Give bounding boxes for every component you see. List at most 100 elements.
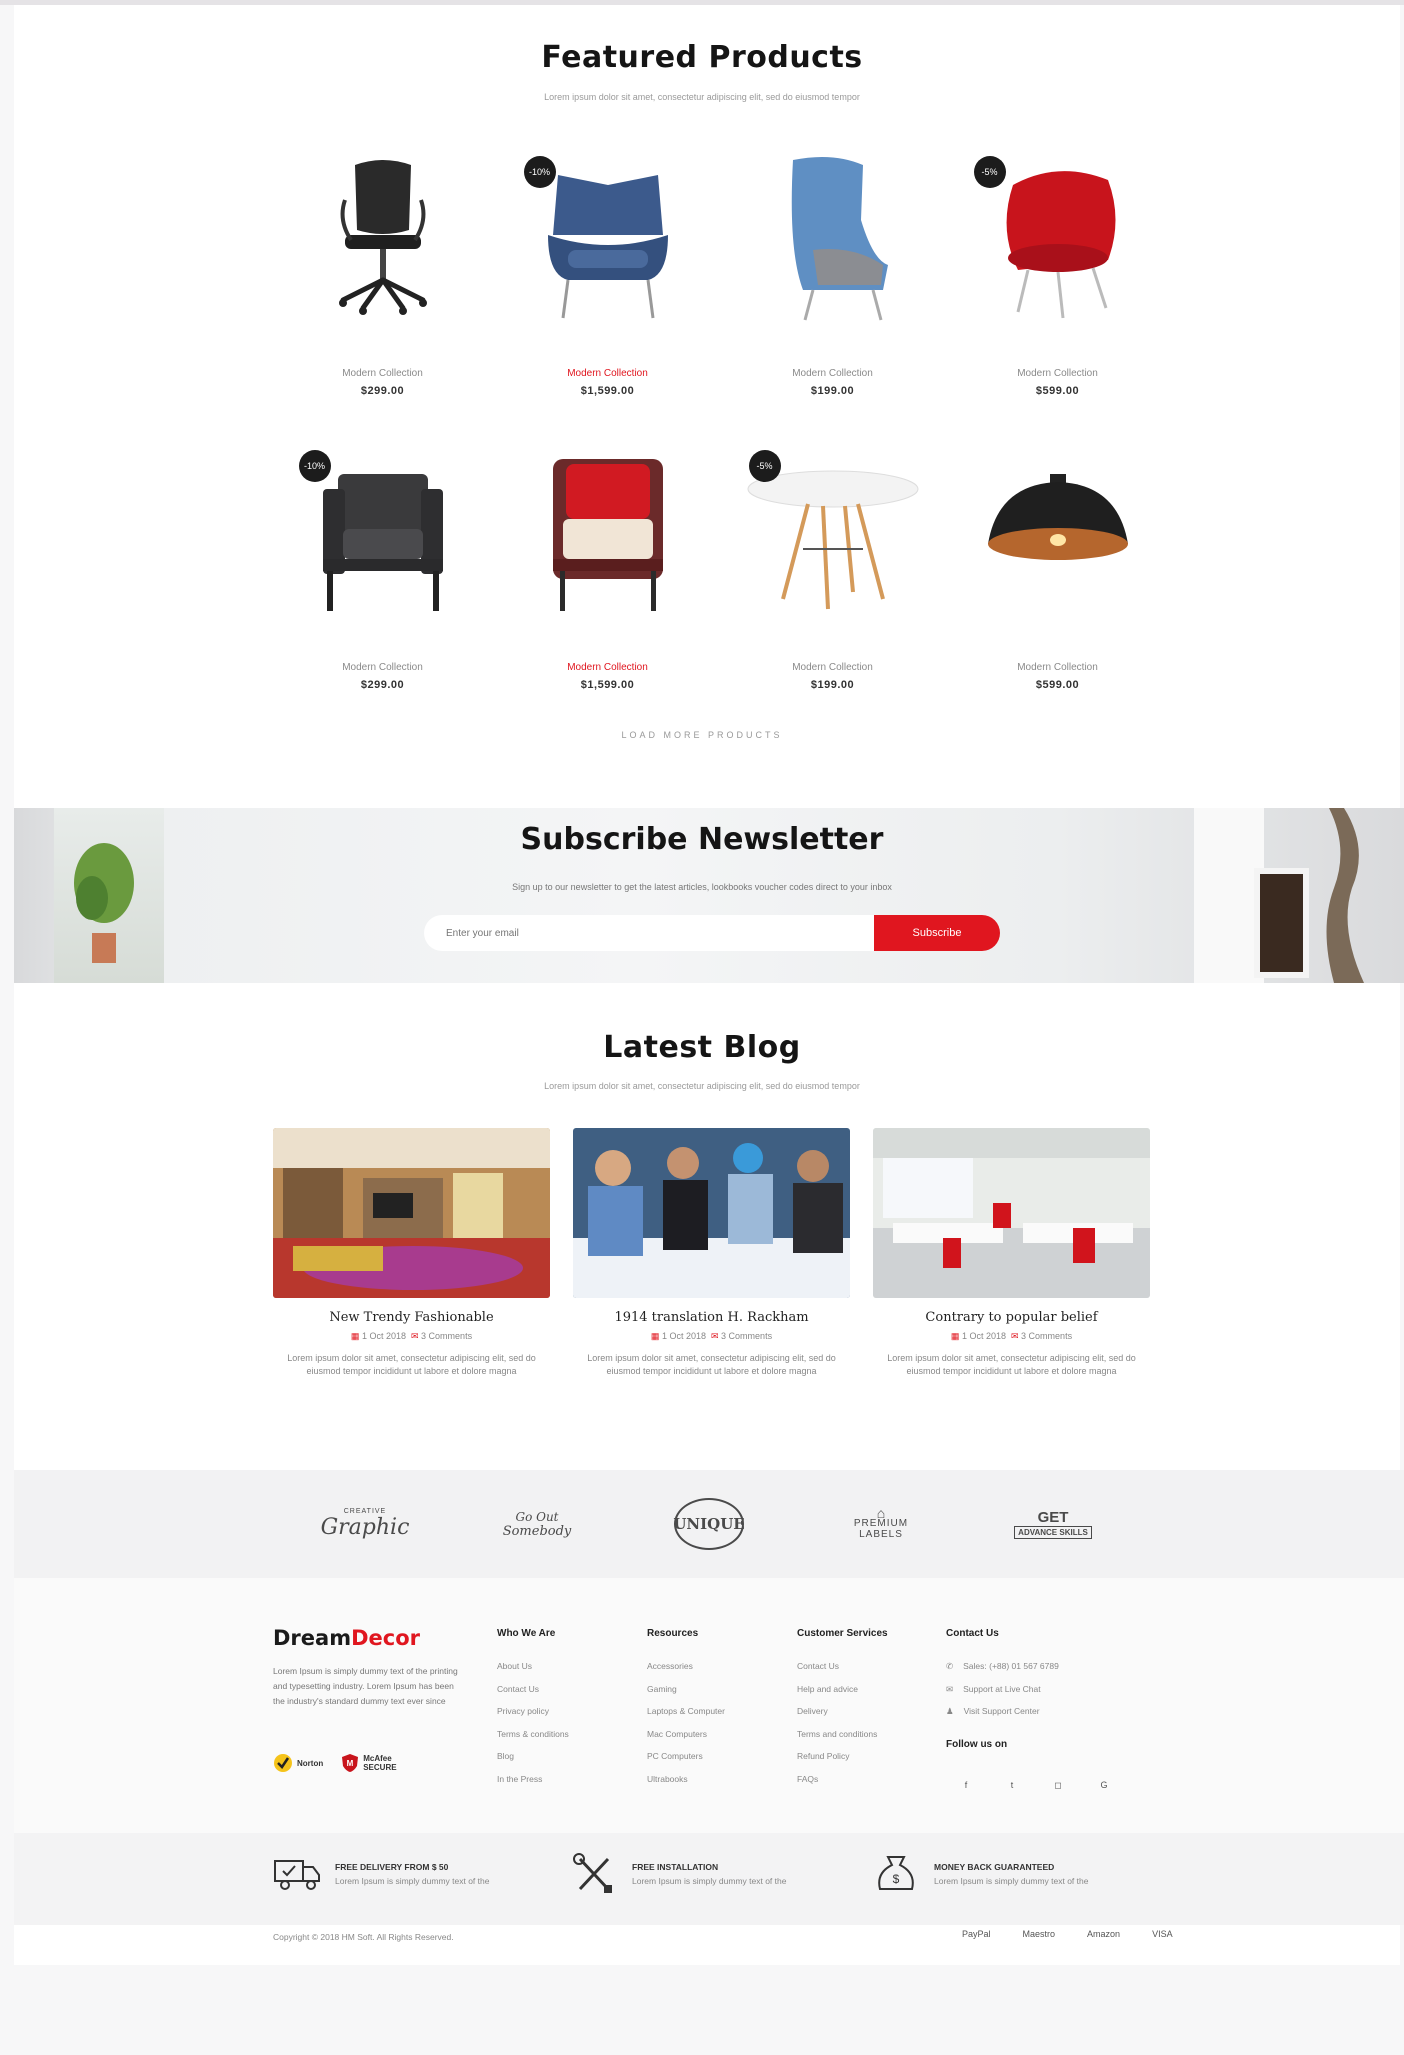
plant-icon	[74, 843, 134, 963]
discount-badge: -10%	[298, 450, 331, 482]
blog-image[interactable]	[873, 1128, 1150, 1298]
footer-link[interactable]: Help and advice	[797, 1678, 888, 1701]
follow-us-title: Follow us on	[946, 1739, 1008, 1750]
facebook-icon[interactable]: f	[956, 1780, 976, 1791]
footer-link[interactable]: Ultrabooks	[647, 1768, 725, 1791]
blog-date: 1 Oct 2018	[661, 1331, 706, 1341]
product-name[interactable]: Modern Collection	[342, 368, 423, 379]
social-links: f t ◻ G	[956, 1780, 1114, 1791]
product-image[interactable]	[283, 140, 483, 340]
calendar-icon: ▦	[950, 1331, 960, 1341]
twitter-icon[interactable]: t	[1002, 1780, 1022, 1791]
brand-logo-unique[interactable]: UNIQUE	[659, 1492, 759, 1556]
blog-post-title[interactable]: Contrary to popular belief	[873, 1310, 1150, 1325]
footer-link[interactable]: FAQs	[797, 1768, 888, 1791]
blog-post-title[interactable]: New Trendy Fashionable	[273, 1310, 550, 1325]
product-card[interactable]: -5% Modern Collection $599.00	[945, 140, 1170, 434]
product-card[interactable]: -10% Modern Collection $299.00	[270, 434, 495, 728]
footer-column-resources: Resources Accessories Gaming Laptops & C…	[647, 1628, 725, 1790]
footer-link[interactable]: Accessories	[647, 1655, 725, 1678]
footer-link[interactable]: Blog	[497, 1745, 569, 1768]
footer-link[interactable]: Laptops & Computer	[647, 1700, 725, 1723]
product-image[interactable]: -10%	[283, 434, 483, 634]
instagram-icon[interactable]: ◻	[1048, 1780, 1068, 1791]
product-name[interactable]: Modern Collection	[1017, 662, 1098, 673]
product-name[interactable]: Modern Collection	[792, 662, 873, 673]
footer-link[interactable]: About Us	[497, 1655, 569, 1678]
page-bottom	[14, 1965, 1404, 2055]
blog-post[interactable]: New Trendy Fashionable ▦ 1 Oct 2018 ✉ 3 …	[273, 1128, 550, 1378]
contact-item[interactable]: ♟ Visit Support Center	[946, 1700, 1059, 1723]
mcafee-shield-icon: M	[342, 1754, 359, 1772]
discount-badge: -10%	[523, 156, 556, 188]
blog-post-title[interactable]: 1914 translation H. Rackham	[573, 1310, 850, 1325]
product-name[interactable]: Modern Collection	[342, 662, 423, 673]
product-image[interactable]	[733, 140, 933, 340]
norton-check-icon	[274, 1754, 292, 1772]
footer-link[interactable]: Refund Policy	[797, 1745, 888, 1768]
amazon-icon: Amazon	[1087, 1929, 1121, 1939]
meeting-photo-icon	[573, 1128, 850, 1298]
blog-image[interactable]	[273, 1128, 550, 1298]
email-input[interactable]	[424, 915, 876, 951]
product-card[interactable]: Modern Collection $299.00	[270, 140, 495, 434]
product-image[interactable]	[508, 434, 708, 634]
footer-column-who-we-are: Who We Are About Us Contact Us Privacy p…	[497, 1628, 569, 1790]
load-more-button[interactable]: LOAD MORE PRODUCTS	[0, 730, 1404, 740]
product-name[interactable]: Modern Collection	[792, 368, 873, 379]
product-card[interactable]: Modern Collection $199.00	[720, 140, 945, 434]
comment-icon: ✉	[710, 1331, 719, 1341]
footer-link[interactable]: Privacy policy	[497, 1700, 569, 1723]
brand-logo-advance-skills[interactable]: GET ADVANCE SKILLS	[1003, 1492, 1103, 1556]
blog-comments[interactable]: 3 Comments	[421, 1331, 472, 1341]
svg-text:$: $	[893, 1872, 900, 1886]
product-name[interactable]: Modern Collection	[567, 368, 648, 379]
blog-post[interactable]: 1914 translation H. Rackham ▦ 1 Oct 2018…	[573, 1128, 850, 1378]
copyright: Copyright © 2018 HM Soft. All Rights Res…	[273, 1932, 454, 1942]
brand-logo-premium-labels[interactable]: ⌂ PREMIUM LABELS	[831, 1492, 931, 1556]
blog-image[interactable]	[573, 1128, 850, 1298]
brand-logo-graphic[interactable]: CREATIVE Graphic	[315, 1492, 415, 1556]
discount-badge: -5%	[748, 450, 781, 482]
product-card[interactable]: Modern Collection $1,599.00	[495, 434, 720, 728]
pendant-lamp-icon	[987, 474, 1128, 560]
chat-icon: ✉	[946, 1683, 954, 1694]
feature-free-delivery: FREE DELIVERY FROM $ 50 Lorem Ipsum is si…	[273, 1853, 489, 1895]
subscribe-button[interactable]: Subscribe	[874, 915, 1000, 951]
footer-about: Lorem Ipsum is simply dummy text of the …	[273, 1666, 458, 1706]
footer-link[interactable]: Terms & conditions	[497, 1723, 569, 1746]
contact-item[interactable]: ✆ Sales: (+88) 01 567 6789	[946, 1655, 1059, 1678]
footer-link[interactable]: Contact Us	[797, 1655, 888, 1678]
product-image[interactable]	[958, 434, 1158, 634]
footer-link[interactable]: Contact Us	[497, 1678, 569, 1701]
product-card[interactable]: -10% Modern Collection $1,599.00	[495, 140, 720, 434]
footer-link[interactable]: Delivery	[797, 1700, 888, 1723]
featured-title: Featured Products	[541, 40, 863, 75]
blog-post[interactable]: Contrary to popular belief ▦ 1 Oct 2018 …	[873, 1128, 1150, 1378]
product-name[interactable]: Modern Collection	[1017, 368, 1098, 379]
blue-egg-chair-icon	[791, 156, 888, 321]
footer-link[interactable]: Terms and conditions	[797, 1723, 888, 1746]
footer-link[interactable]: Mac Computers	[647, 1723, 725, 1746]
footer-link[interactable]: In the Press	[497, 1768, 569, 1791]
calendar-icon: ▦	[350, 1331, 360, 1341]
product-image[interactable]: -5%	[733, 434, 933, 634]
google-icon[interactable]: G	[1094, 1780, 1114, 1791]
site-logo[interactable]: DreamDecor	[273, 1626, 420, 1650]
footer-column-title: Resources	[647, 1628, 699, 1639]
blog-comments[interactable]: 3 Comments	[1021, 1331, 1072, 1341]
product-image[interactable]: -10%	[508, 140, 708, 340]
brand-logo-somebody[interactable]: Go Out Somebody	[487, 1492, 587, 1556]
product-name[interactable]: Modern Collection	[567, 662, 648, 673]
contact-item[interactable]: ✉ Support at Live Chat	[946, 1678, 1059, 1701]
blog-comments[interactable]: 3 Comments	[721, 1331, 772, 1341]
mcafee-seal: M McAfee SECURE	[341, 1753, 403, 1773]
product-card[interactable]: Modern Collection $599.00	[945, 434, 1170, 728]
blog-subtitle: Lorem ipsum dolor sit amet, consectetur …	[544, 1081, 860, 1091]
footer-link[interactable]: Gaming	[647, 1678, 725, 1701]
product-image[interactable]: -5%	[958, 140, 1158, 340]
phone-icon: ✆	[946, 1661, 954, 1671]
product-card[interactable]: -5% Modern Collection $199.00	[720, 434, 945, 728]
footer-link[interactable]: PC Computers	[647, 1745, 725, 1768]
maestro-icon: Maestro	[1022, 1929, 1056, 1939]
